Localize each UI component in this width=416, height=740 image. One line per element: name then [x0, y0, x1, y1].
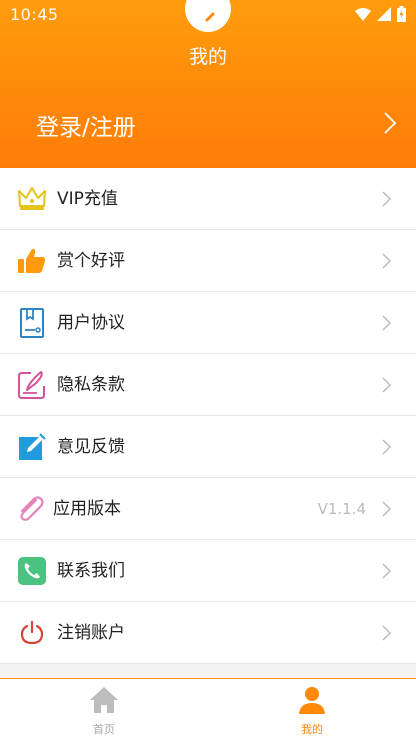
menu-item-label: 隐私条款 [57, 375, 125, 395]
chevron-right-icon [382, 377, 391, 393]
chevron-right-icon [382, 439, 391, 455]
menu-item-contact-us[interactable]: 联系我们 [0, 540, 416, 602]
thumbs-up-icon [16, 245, 48, 277]
menu-item-feedback[interactable]: 意见反馈 [0, 416, 416, 478]
menu-item-label: 赏个好评 [57, 251, 125, 271]
phone-icon [16, 555, 48, 587]
profile-header: 10:45 我的 登录/注册 [0, 0, 416, 168]
menu-list: VIP充值 赏个好评 用户协议 隐私条款 意见反馈 应用版本 V1.1.4 联系… [0, 168, 416, 664]
login-register-button[interactable]: 登录/注册 [36, 108, 136, 142]
crown-icon [16, 183, 48, 215]
menu-item-label: 应用版本 [53, 499, 121, 519]
status-time: 10:45 [10, 5, 59, 24]
menu-item-label: 联系我们 [57, 561, 125, 581]
menu-item-app-version[interactable]: 应用版本 V1.1.4 [0, 478, 416, 540]
menu-item-label: 注销账户 [57, 623, 125, 643]
chevron-right-icon [382, 563, 391, 579]
tab-home[interactable]: 首页 [0, 679, 208, 740]
document-icon [16, 307, 48, 339]
menu-item-vip[interactable]: VIP充值 [0, 168, 416, 230]
signal-icon [377, 7, 391, 21]
menu-item-label: VIP充值 [57, 189, 118, 209]
user-icon [299, 687, 325, 714]
chevron-right-icon [382, 253, 391, 269]
edit-avatar-icon [205, 12, 215, 22]
chevron-right-icon [382, 625, 391, 641]
menu-item-delete-account[interactable]: 注销账户 [0, 602, 416, 664]
chevron-right-icon [382, 191, 391, 207]
menu-item-label: 意见反馈 [57, 437, 125, 457]
status-icons [355, 6, 406, 22]
tab-label: 我的 [301, 723, 323, 736]
battery-icon [397, 6, 406, 22]
menu-item-label: 用户协议 [57, 313, 125, 333]
wifi-icon [355, 7, 371, 21]
menu-item-rate[interactable]: 赏个好评 [0, 230, 416, 292]
power-icon [16, 617, 48, 649]
tab-mine[interactable]: 我的 [208, 679, 416, 740]
bottom-tab-bar: 首页 我的 [0, 678, 416, 740]
tab-label: 首页 [93, 723, 115, 736]
page-title: 我的 [188, 46, 227, 68]
menu-item-privacy[interactable]: 隐私条款 [0, 354, 416, 416]
chevron-right-icon [382, 501, 391, 517]
home-icon [90, 687, 118, 713]
chevron-right-icon [382, 315, 391, 331]
chevron-right-icon[interactable] [384, 112, 396, 134]
menu-item-user-agreement[interactable]: 用户协议 [0, 292, 416, 354]
app-version-value: V1.1.4 [317, 500, 366, 518]
pen-note-icon [16, 369, 48, 401]
edit-icon [16, 431, 48, 463]
paperclip-icon [14, 493, 46, 525]
